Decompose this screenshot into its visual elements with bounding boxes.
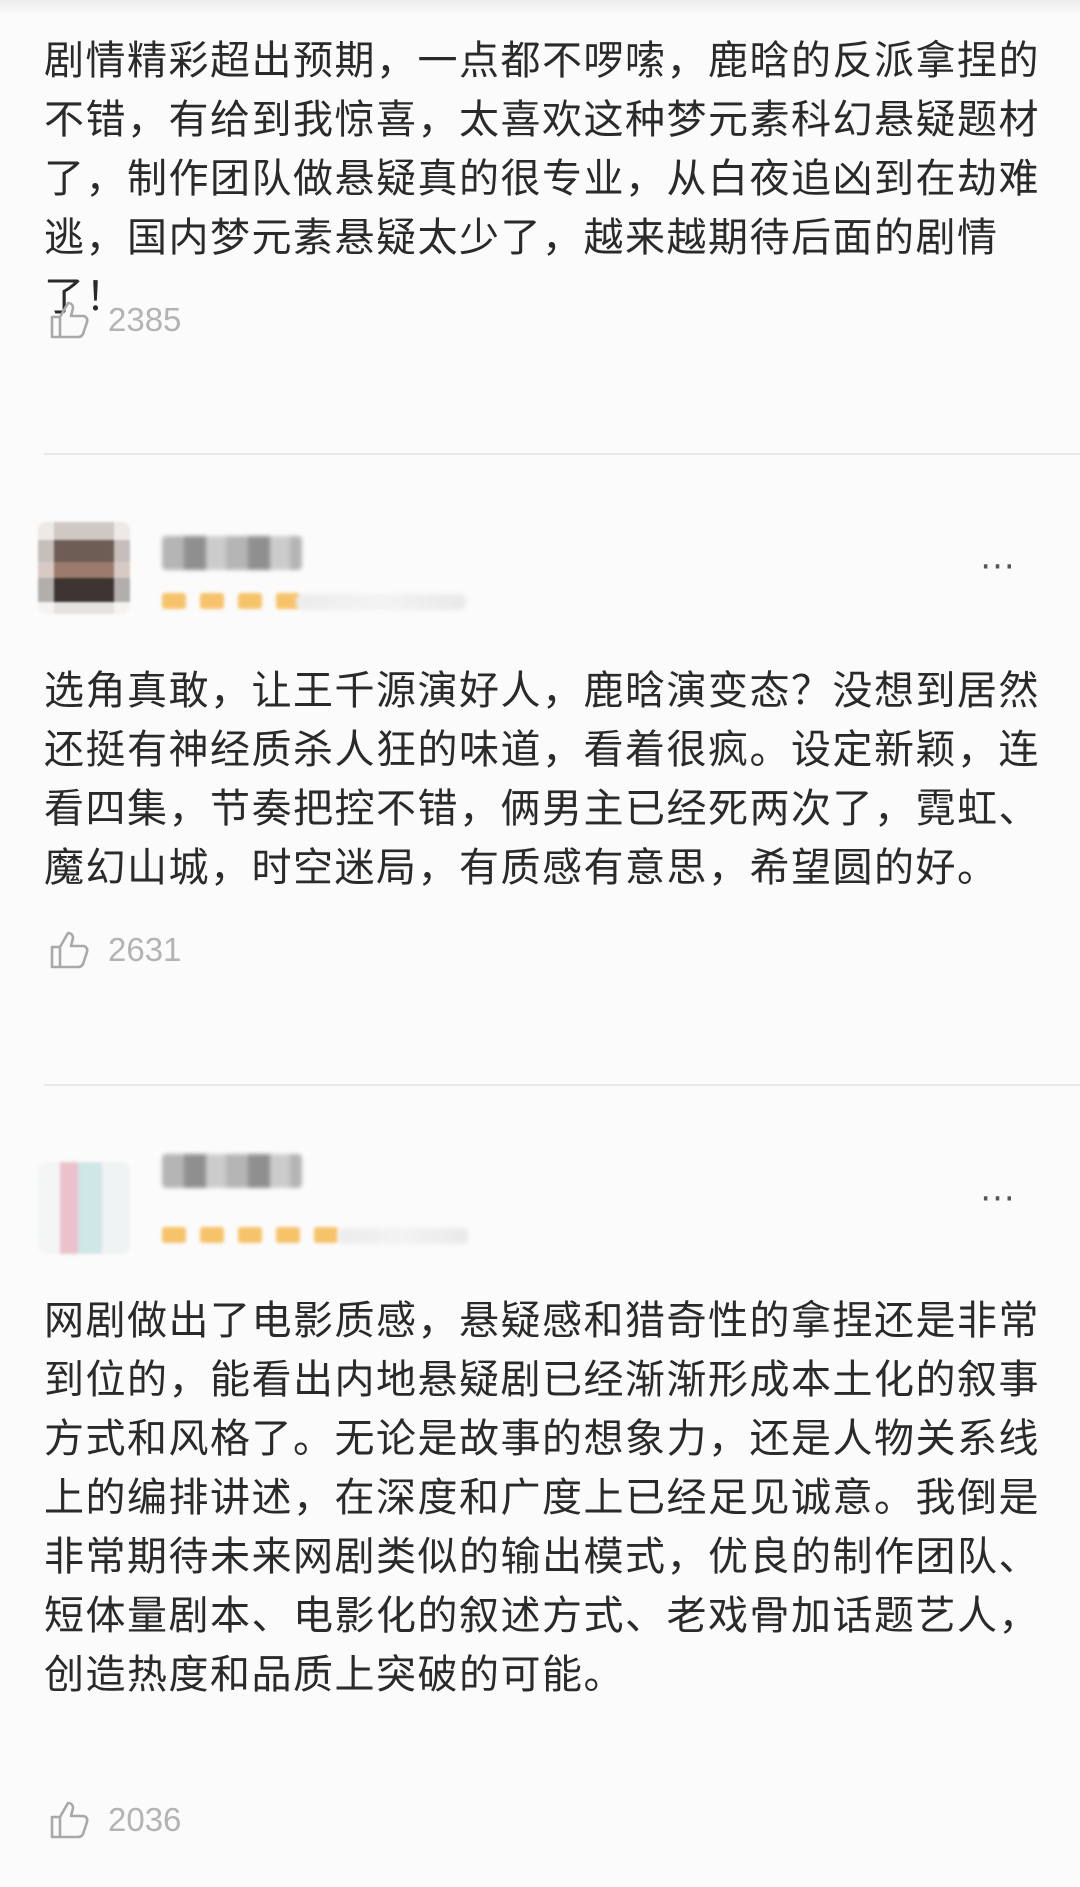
star-icon [276, 1227, 300, 1243]
comment-feed: 剧情精彩超出预期，一点都不啰嗦，鹿晗的反派拿捏的不错，有给到我惊喜，太喜欢这种梦… [0, 0, 1080, 1887]
thumbs-up-icon [48, 298, 92, 342]
comment-meta-blurred [296, 594, 466, 610]
more-options-button[interactable]: ··· [968, 550, 1028, 584]
comment-text: 剧情精彩超出预期，一点都不啰嗦，鹿晗的反派拿捏的不错，有给到我惊喜，太喜欢这种梦… [44, 38, 1040, 320]
divider [44, 453, 1080, 455]
star-icon [314, 1227, 338, 1243]
rating-stars [162, 1224, 338, 1246]
comment-text: 网剧做出了电影质感，悬疑感和猎奇性的拿捏还是非常到位的，能看出内地悬疑剧已经渐渐… [44, 1298, 1040, 1698]
star-icon [162, 1227, 186, 1243]
username-blurred[interactable] [162, 536, 302, 570]
comment-meta-blurred [338, 1228, 468, 1244]
star-icon [238, 593, 262, 609]
like-count: 2631 [108, 931, 182, 968]
comment-author: ··· [0, 522, 1080, 662]
username-blurred[interactable] [162, 1154, 302, 1188]
star-icon [238, 1227, 262, 1243]
avatar[interactable] [38, 1162, 130, 1254]
like-button[interactable]: 2631 [48, 925, 181, 975]
comment-text: 选角真敢，让王千源演好人，鹿晗演变态？没想到居然还挺有神经质杀人狂的味道，看着很… [44, 668, 1040, 891]
comment-author: ··· [0, 1152, 1080, 1292]
more-options-button[interactable]: ··· [968, 1182, 1028, 1216]
thumbs-up-icon [48, 928, 92, 972]
star-icon [162, 593, 186, 609]
rating-stars [162, 590, 300, 612]
star-icon [200, 593, 224, 609]
top-shadow [0, 0, 1080, 14]
like-count: 2385 [108, 301, 182, 338]
avatar[interactable] [38, 522, 130, 614]
divider [44, 1084, 1080, 1086]
like-count: 2036 [108, 1801, 182, 1838]
like-button[interactable]: 2385 [48, 295, 181, 345]
thumbs-up-icon [48, 1798, 92, 1842]
like-button[interactable]: 2036 [48, 1795, 181, 1845]
star-icon [200, 1227, 224, 1243]
